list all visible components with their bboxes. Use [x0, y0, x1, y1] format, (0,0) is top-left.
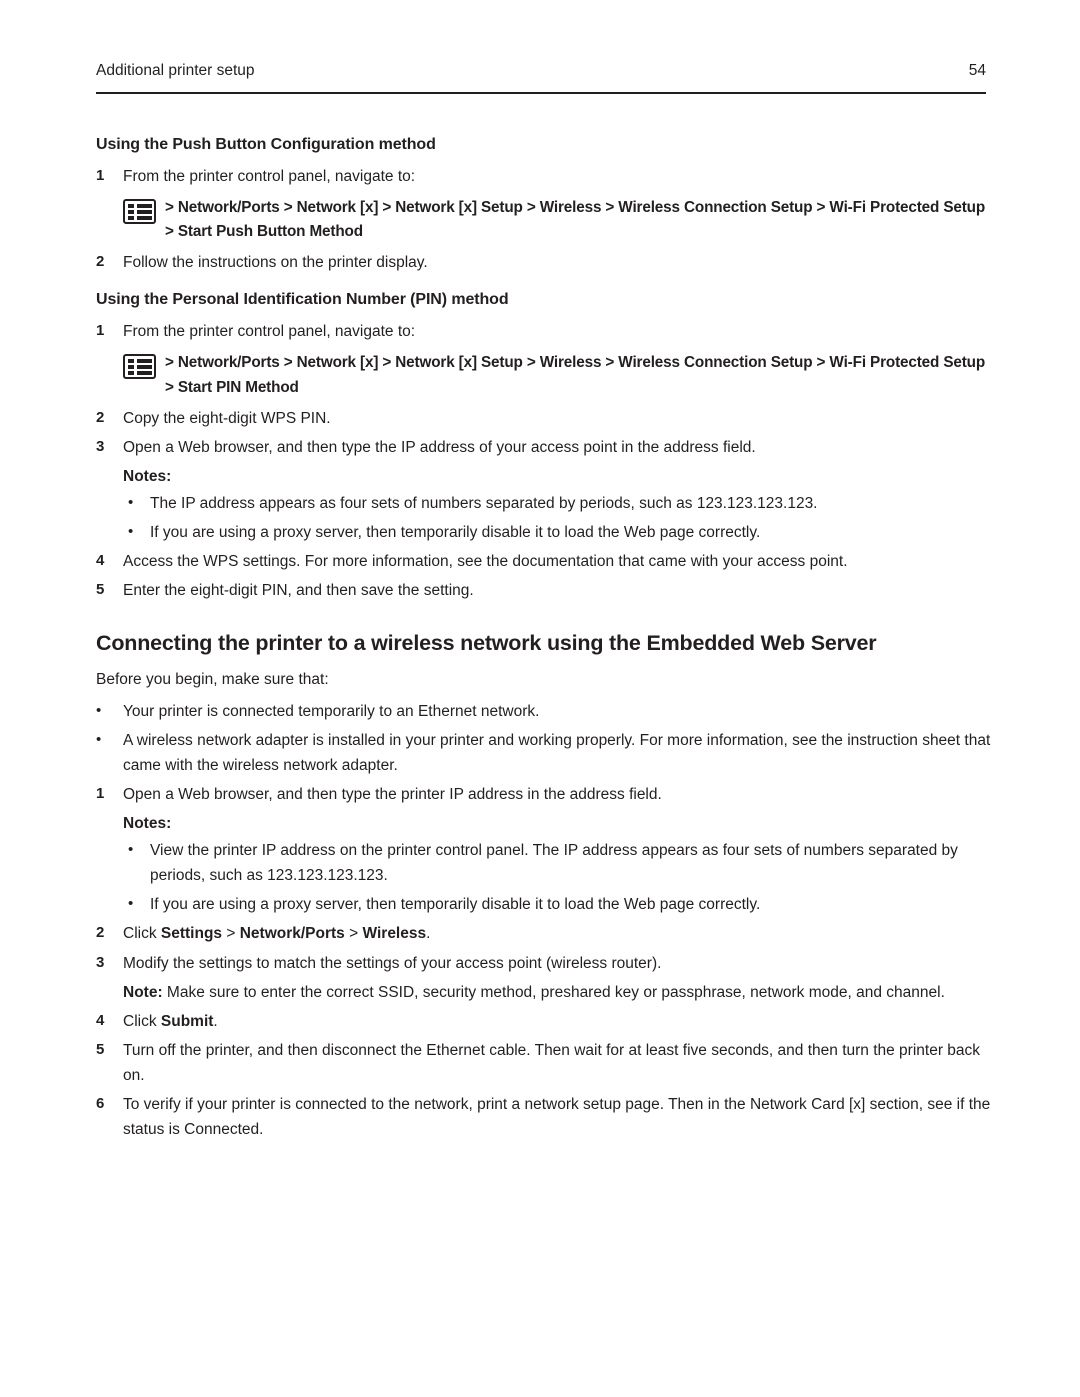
ews-step-4-prefix: Click: [123, 1012, 161, 1030]
header-divider: [96, 92, 986, 94]
pin-note-2-text: If you are using a proxy server, then te…: [150, 524, 761, 542]
bullet-glyph: •: [128, 494, 134, 512]
control-panel-menu-icon: [123, 354, 156, 380]
bullet-glyph: •: [96, 701, 102, 719]
ews-step-4-suffix: .: [213, 1012, 218, 1030]
pbc-navigation-path: > Network/Ports > Network [x] > Network …: [165, 199, 986, 241]
pin-step-1-text: From the printer control panel, navigate…: [123, 323, 416, 341]
pin-step-5: 5 Enter the eight-digit PIN, and then sa…: [96, 578, 991, 603]
ews-step-4-text: Click Submit.: [123, 1009, 991, 1034]
pin-step-5-number: 5: [96, 581, 105, 599]
ews-step-1-text: Open a Web browser, and then type the pr…: [123, 785, 662, 803]
pbc-step-1: 1 From the printer control panel, naviga…: [96, 164, 991, 189]
ews-step-2-number: 2: [96, 924, 105, 942]
pin-step-3-number: 3: [96, 437, 105, 455]
ews-step-2-sep-2: >: [344, 925, 363, 943]
pin-step-2-text: Copy the eight-digit WPS PIN.: [123, 409, 331, 427]
pin-step-1: 1 From the printer control panel, naviga…: [96, 319, 991, 344]
bullet-glyph: •: [128, 523, 134, 541]
bullet-glyph: •: [128, 895, 134, 913]
ews-step-5: 5 Turn off the printer, and then disconn…: [96, 1038, 991, 1088]
pbc-navigation-path-row: > Network/Ports > Network [x] > Network …: [123, 196, 991, 244]
bullet-glyph: •: [128, 841, 134, 859]
ews-step-1-number: 1: [96, 784, 105, 802]
pin-step-4: 4 Access the WPS settings. For more info…: [96, 549, 991, 574]
pin-note-1-text: The IP address appears as four sets of n…: [150, 495, 818, 513]
ews-prereq-2: • A wireless network adapter is installe…: [96, 728, 991, 778]
ews-step-2-prefix: Click: [123, 925, 161, 943]
ews-intro-text: Before you begin, make sure that:: [96, 671, 329, 689]
pbc-step-2-number: 2: [96, 253, 105, 271]
header-section-title: Additional printer setup: [96, 62, 255, 79]
ews-step-2: 2 Click Settings > Network/Ports > Wirel…: [96, 921, 991, 946]
ews-step-2-text: Click Settings > Network/Ports > Wireles…: [123, 921, 991, 946]
ews-step-3-text: Modify the settings to match the setting…: [123, 954, 662, 972]
pin-step-2-number: 2: [96, 408, 105, 426]
ews-step-2-settings-label: Settings: [160, 925, 223, 943]
pin-navigation-path: > Network/Ports > Network [x] > Network …: [165, 354, 986, 396]
ews-step-2-sep-1: >: [222, 925, 240, 943]
ews-step-5-text: Turn off the printer, and then disconnec…: [123, 1041, 981, 1084]
pin-notes-label: Notes:: [123, 467, 172, 485]
pbc-step-2: 2 Follow the instructions on the printer…: [96, 250, 991, 275]
pbc-step-2-text: Follow the instructions on the printer d…: [123, 254, 428, 272]
header-page-number: 54: [968, 62, 986, 79]
document-page: Additional printer setup 54 Using the Pu…: [0, 0, 1080, 1397]
page-content: Using the Push Button Configuration meth…: [96, 132, 991, 1146]
ews-step-2-suffix: .: [426, 925, 431, 943]
heading-pin-method: Using the Personal Identification Number…: [96, 291, 509, 309]
ews-step-4: 4 Click Submit.: [96, 1009, 991, 1034]
pin-step-3: 3 Open a Web browser, and then type the …: [96, 435, 991, 460]
ews-notes-label: Notes:: [123, 815, 172, 833]
ews-step-5-number: 5: [96, 1040, 105, 1058]
heading-push-button-configuration: Using the Push Button Configuration meth…: [96, 136, 436, 153]
pin-step-2: 2 Copy the eight-digit WPS PIN.: [96, 406, 991, 431]
ews-note-inline: Note: Make sure to enter the correct SSI…: [123, 980, 991, 1005]
bullet-glyph: •: [96, 730, 102, 748]
ews-step-6: 6 To verify if your printer is connected…: [96, 1092, 991, 1142]
pin-step-4-text: Access the WPS settings. For more inform…: [123, 553, 848, 571]
ews-prereq-2-text: A wireless network adapter is installed …: [123, 731, 991, 774]
ews-step-2-networkports-label: Network/Ports: [239, 925, 345, 943]
ews-note-1: • View the printer IP address on the pri…: [96, 838, 991, 888]
ews-step-6-text: To verify if your printer is connected t…: [123, 1096, 991, 1139]
ews-note-inline-label: Note:: [123, 983, 163, 1001]
ews-note-2: • If you are using a proxy server, then …: [96, 892, 991, 917]
control-panel-menu-icon: [123, 199, 156, 225]
pin-step-4-number: 4: [96, 552, 105, 570]
pin-note-2: • If you are using a proxy server, then …: [96, 520, 991, 545]
ews-note-1-text: View the printer IP address on the print…: [150, 842, 958, 885]
pin-step-1-number: 1: [96, 322, 105, 340]
pin-navigation-path-row: > Network/Ports > Network [x] > Network …: [123, 351, 991, 399]
ews-note-inline-text: Make sure to enter the correct SSID, sec…: [162, 983, 945, 1001]
ews-prereq-1: • Your printer is connected temporarily …: [96, 699, 991, 724]
ews-step-3: 3 Modify the settings to match the setti…: [96, 951, 991, 976]
ews-step-4-number: 4: [96, 1011, 105, 1029]
ews-step-4-submit-label: Submit: [160, 1012, 214, 1030]
ews-prereq-1-text: Your printer is connected temporarily to…: [123, 702, 540, 720]
ews-note-2-text: If you are using a proxy server, then te…: [150, 896, 761, 914]
ews-step-2-wireless-label: Wireless: [362, 925, 427, 943]
ews-step-3-number: 3: [96, 953, 105, 971]
heading-embedded-web-server: Connecting the printer to a wireless net…: [96, 630, 877, 655]
page-header: Additional printer setup 54: [96, 62, 986, 80]
pin-step-3-text: Open a Web browser, and then type the IP…: [123, 438, 756, 456]
pin-note-1: • The IP address appears as four sets of…: [96, 491, 991, 516]
pbc-step-1-text: From the printer control panel, navigate…: [123, 167, 416, 185]
ews-step-1: 1 Open a Web browser, and then type the …: [96, 782, 991, 807]
ews-step-6-number: 6: [96, 1095, 105, 1113]
pin-step-5-text: Enter the eight-digit PIN, and then save…: [123, 582, 474, 600]
pbc-step-1-number: 1: [96, 166, 105, 184]
